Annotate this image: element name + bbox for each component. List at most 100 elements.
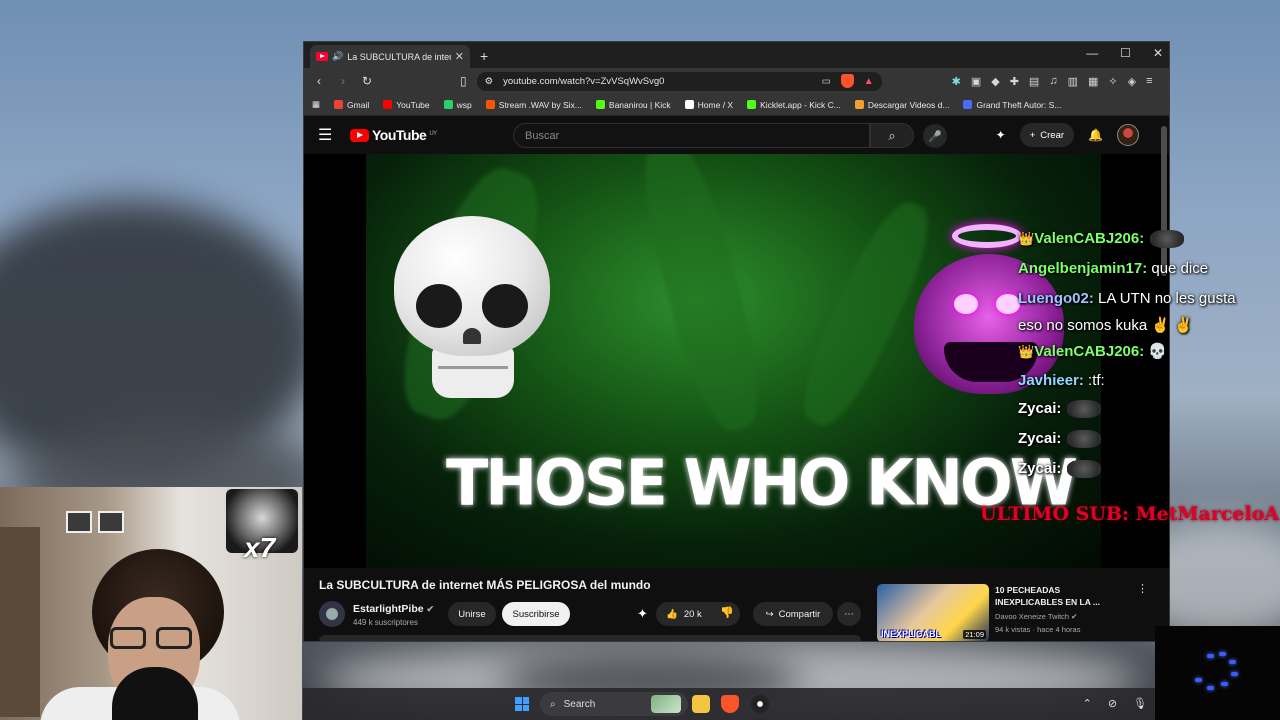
minimize-button[interactable]: — xyxy=(1086,46,1098,60)
bookmark-item[interactable]: Bananirou | Kick xyxy=(595,100,671,110)
video-duration: 21:09 xyxy=(963,630,986,639)
kebab-menu-icon[interactable]: ⋮ xyxy=(1137,582,1148,595)
join-button[interactable]: Unirse xyxy=(448,602,496,626)
search-input[interactable]: Buscar xyxy=(513,123,870,148)
apps-grid-icon[interactable]: ▦ xyxy=(312,99,320,110)
bookmark-item[interactable]: Kicklet.app - Kick C... xyxy=(747,100,841,110)
bookmark-label: Kicklet.app - Kick C... xyxy=(760,99,841,110)
subscriber-count: 449 k suscriptores xyxy=(353,618,418,627)
brave-browser-icon[interactable] xyxy=(721,695,739,713)
chat-username: ValenCABJ206: xyxy=(1034,230,1145,247)
cast-icon[interactable]: ▭ xyxy=(822,76,831,87)
search-icon: ⌕ xyxy=(550,698,556,710)
music-icon[interactable]: ♫ xyxy=(1049,75,1057,88)
close-window-button[interactable]: ✕ xyxy=(1153,46,1163,60)
bookmark-item[interactable]: wsp xyxy=(443,100,472,110)
site-settings-icon[interactable]: ⚙ xyxy=(485,76,494,87)
chat-text: LA UTN no les gusta xyxy=(1093,290,1236,307)
url-text[interactable]: youtube.com/watch?v=ZvVSqWvSvg0 xyxy=(503,76,812,87)
hype-video-icon[interactable]: ✦ xyxy=(637,606,648,622)
recommended-video[interactable]: INEXPLICABL 21:09 10 PECHEADAS INEXPLICA… xyxy=(877,582,1167,641)
bookmark-label: YouTube xyxy=(396,99,430,110)
hype-icon[interactable]: ✦ xyxy=(996,128,1006,142)
recommended-thumbnail[interactable]: INEXPLICABL 21:09 xyxy=(877,584,989,641)
notifications-bell-icon[interactable]: 🔔 xyxy=(1088,128,1103,142)
page-scrollbar[interactable] xyxy=(1161,126,1167,276)
sidebar-icon[interactable]: ▥ xyxy=(1068,75,1078,88)
tab-youtube[interactable]: 🔊 La SUBCULTURA de internet M ✕ xyxy=(310,45,470,68)
country-code: UY xyxy=(429,131,437,137)
chat-message: 👑ValenCABJ206: xyxy=(1018,230,1185,249)
bookmark-label: Gmail xyxy=(347,99,370,110)
reload-icon[interactable]: ↻ xyxy=(360,74,374,88)
leo-ai-icon[interactable]: ✧ xyxy=(1108,75,1117,88)
vpn-icon[interactable]: ◈ xyxy=(1128,75,1136,88)
tray-overflow-icon[interactable]: ⌃ xyxy=(1083,697,1092,710)
bookmark-item[interactable]: Descargar Videos d... xyxy=(854,99,950,110)
bookmark-label: Descargar Videos d... xyxy=(867,99,950,110)
bookmark-item[interactable]: YouTube xyxy=(383,99,430,110)
obs-icon[interactable] xyxy=(751,695,769,713)
verified-icon: ✔ xyxy=(1071,612,1078,621)
more-actions-icon[interactable]: ⋯ xyxy=(837,602,861,626)
screenshot-extension-icon[interactable]: ▣ xyxy=(971,75,981,88)
brave-shield-icon[interactable] xyxy=(840,74,854,88)
channel-name-link[interactable]: EstarlightPibe ✔ xyxy=(353,603,434,615)
account-avatar[interactable] xyxy=(1117,124,1139,146)
bookmark-item[interactable]: Home / X xyxy=(684,100,733,110)
microphone-icon[interactable]: 🎙 xyxy=(1133,697,1147,710)
speaker-icon[interactable]: 🔊 xyxy=(332,51,343,62)
youtube-play-icon xyxy=(350,128,369,142)
tab-close-icon[interactable]: ✕ xyxy=(455,50,464,63)
chat-emote-icon xyxy=(1067,400,1102,419)
thumbnail-text: INEXPLICABL xyxy=(881,629,942,639)
maximize-button[interactable]: ☐ xyxy=(1120,46,1131,60)
translate-extension-icon[interactable]: ✱ xyxy=(952,75,961,88)
chat-message: eso no somos kuka ✌ ✌ xyxy=(1018,316,1193,334)
search-icon[interactable]: ⌕ xyxy=(870,123,914,148)
thumbs-down-icon[interactable]: 👎 xyxy=(720,606,734,619)
chat-message: Zycai: xyxy=(1018,400,1102,419)
thumbs-up-icon: 👍 xyxy=(666,608,678,620)
file-explorer-icon[interactable] xyxy=(692,695,710,713)
browser-menu-icon[interactable]: ≡ xyxy=(1146,75,1152,88)
recommended-title[interactable]: 10 PECHEADAS INEXPLICABLES EN LA ... xyxy=(995,584,1125,608)
subscribe-button[interactable]: Suscribirse xyxy=(502,602,570,626)
chat-text: :tf: xyxy=(1083,372,1105,389)
extensions-puzzle-icon[interactable]: ✚ xyxy=(1010,75,1019,88)
voice-search-icon[interactable]: 🎤 xyxy=(923,124,947,148)
media-extension-icon[interactable]: ▤ xyxy=(1029,75,1039,88)
windows-taskbar: ⌕ Search ⌃ ⊘ 🎙 xyxy=(303,688,1155,720)
bookmark-favicon-icon xyxy=(747,100,757,109)
new-tab-button[interactable]: + xyxy=(480,48,488,64)
twitch-extension-icon[interactable]: ◆ xyxy=(991,75,999,88)
video-title: La SUBCULTURA de internet MÁS PELIGROSA … xyxy=(319,578,651,592)
recommended-channel[interactable]: Davoo Xeneize Twitch ✔ xyxy=(995,612,1077,621)
chat-username: Angelbenjamin17: xyxy=(1018,260,1148,277)
brave-rewards-icon[interactable]: ▲ xyxy=(864,76,874,87)
channel-avatar[interactable] xyxy=(319,601,345,627)
bookmark-icon[interactable]: ▯ xyxy=(460,74,467,88)
widgets-icon[interactable] xyxy=(651,695,681,713)
forward-icon[interactable]: › xyxy=(336,74,350,88)
windows-start-icon[interactable] xyxy=(515,697,529,711)
bookmark-label: Stream .WAV by Six... xyxy=(498,99,582,110)
browser-toolbar: ‹ › ↻ ▯ ⚙ youtube.com/watch?v=ZvVSqWvSvg… xyxy=(304,68,1169,94)
network-icon[interactable]: ⊘ xyxy=(1108,697,1117,710)
like-count: 20 k xyxy=(683,608,702,620)
hamburger-menu-icon[interactable]: ☰ xyxy=(318,125,338,145)
bookmark-item[interactable]: Grand Theft Autor: S... xyxy=(963,100,1061,110)
bookmark-item[interactable]: Gmail xyxy=(334,100,369,110)
create-button[interactable]: + Crear xyxy=(1019,123,1075,147)
description-box[interactable] xyxy=(319,635,861,641)
share-button[interactable]: ↪ Compartir xyxy=(753,602,833,626)
back-icon[interactable]: ‹ xyxy=(312,74,326,88)
address-bar[interactable]: ⚙ youtube.com/watch?v=ZvVSqWvSvg0 ▭ ▲ xyxy=(476,71,882,91)
reaction-count: x7 xyxy=(244,532,276,563)
bookmark-item[interactable]: Stream .WAV by Six... xyxy=(485,99,582,110)
share-icon: ↪ xyxy=(765,608,774,620)
wallet-icon[interactable]: ▦ xyxy=(1088,75,1098,88)
crown-badge-icon: 👑 xyxy=(1018,344,1035,359)
verified-icon: ✔ xyxy=(426,604,435,614)
youtube-logo[interactable]: YouTube UY xyxy=(350,127,437,143)
